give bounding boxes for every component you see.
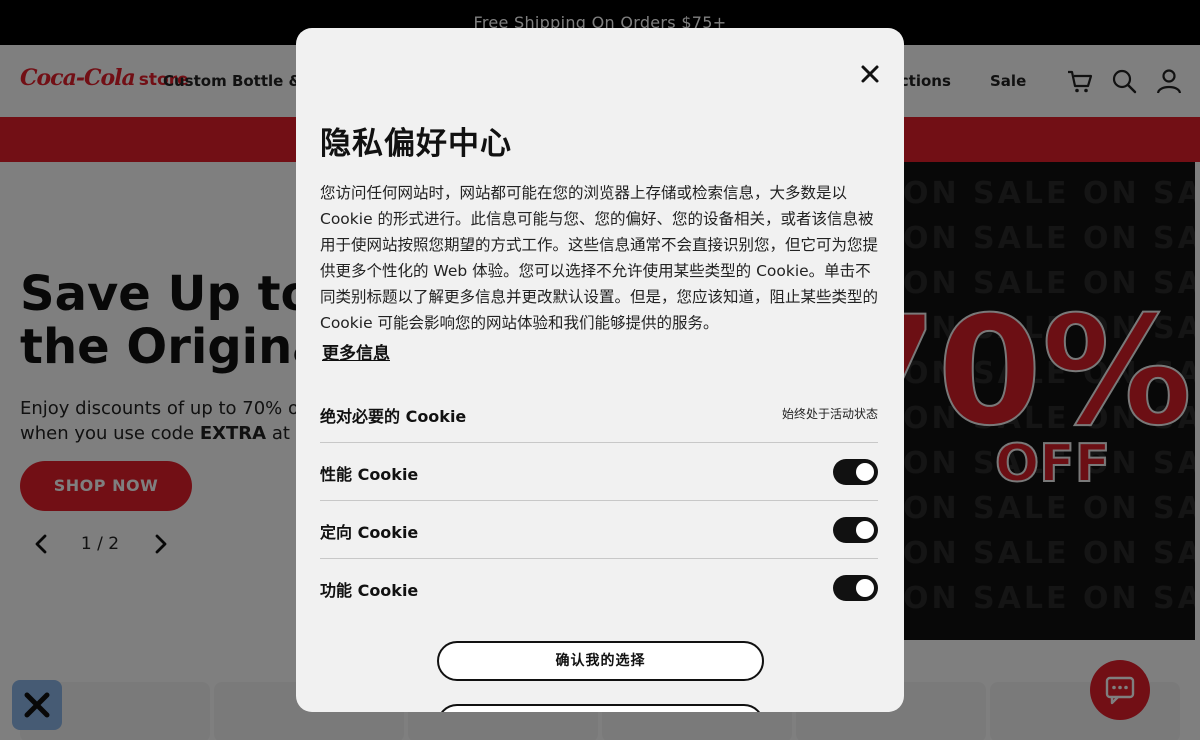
cookie-category-label: 性能 Cookie — [320, 465, 419, 484]
modal-title: 隐私偏好中心 — [320, 126, 512, 162]
performance-cookie-toggle[interactable] — [833, 459, 878, 485]
confirm-choices-button[interactable]: 确认我的选择 — [437, 641, 764, 681]
cookie-category-label: 功能 Cookie — [320, 581, 419, 600]
modal-description: 您访问任何网站时，网站都可能在您的浏览器上存储或检索信息，大多数是以 Cooki… — [320, 184, 879, 332]
toggle-knob — [856, 463, 874, 481]
always-active-label: 始终处于活动状态 — [781, 407, 878, 421]
toggle-knob — [856, 521, 874, 539]
cookie-category-performance[interactable]: 性能 Cookie — [320, 443, 878, 501]
close-icon[interactable] — [858, 62, 882, 86]
cookie-category-label: 绝对必要的 Cookie — [320, 407, 467, 426]
cookie-category-functional[interactable]: 功能 Cookie — [320, 559, 878, 617]
functional-cookie-toggle[interactable] — [833, 575, 878, 601]
targeting-cookie-toggle[interactable] — [833, 517, 878, 543]
toggle-knob — [856, 579, 874, 597]
privacy-preference-center: 隐私偏好中心 您访问任何网站时，网站都可能在您的浏览器上存储或检索信息，大多数是… — [296, 28, 904, 712]
cookie-category-strictly-necessary[interactable]: 绝对必要的 Cookie 始终处于活动状态 — [320, 385, 878, 443]
cookie-category-targeting[interactable]: 定向 Cookie — [320, 501, 878, 559]
cookie-category-label: 定向 Cookie — [320, 523, 419, 542]
more-info-link[interactable]: 更多信息 — [322, 339, 390, 364]
secondary-button[interactable] — [437, 704, 764, 712]
